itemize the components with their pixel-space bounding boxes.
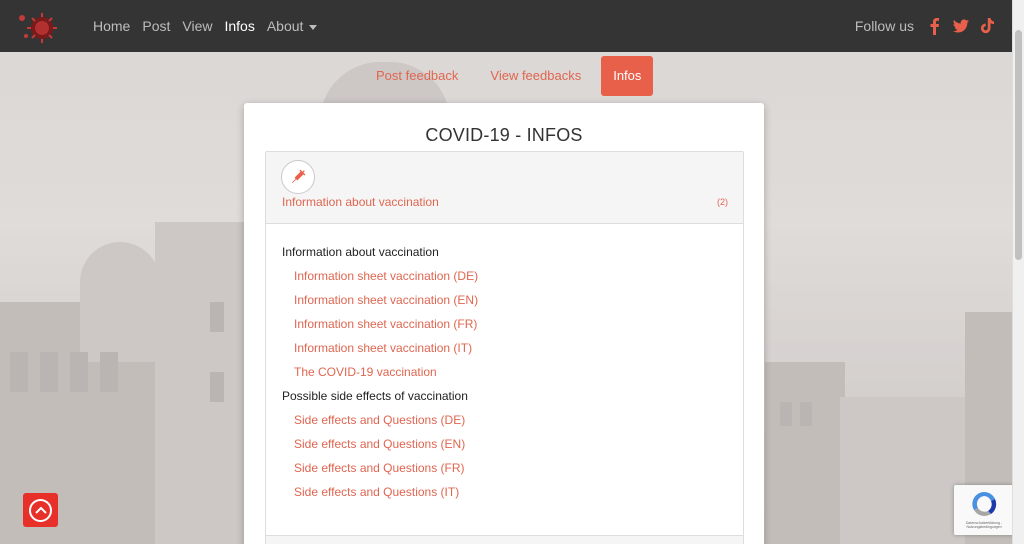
panel-title[interactable]: Information about vaccination	[282, 195, 439, 209]
recaptcha-badge[interactable]: Datenschutzerklärung - Nutzungsbedingung…	[954, 485, 1014, 535]
panel-count-badge: (2)	[717, 197, 728, 207]
link-info-sheet-de[interactable]: Information sheet vaccination (DE)	[282, 268, 722, 292]
info-subnav: Post feedback View feedbacks Infos	[360, 56, 654, 96]
chevron-up-icon	[29, 498, 52, 522]
link-side-effects-fr[interactable]: Side effects and Questions (FR)	[282, 460, 722, 484]
link-info-sheet-en[interactable]: Information sheet vaccination (EN)	[282, 292, 722, 316]
follow-us-label: Follow us	[854, 18, 914, 34]
coronavirus-logo-icon[interactable]	[14, 8, 62, 46]
scrollbar-thumb[interactable]	[1015, 30, 1022, 260]
page-scrollbar[interactable]	[1012, 0, 1024, 544]
syringe-icon	[281, 160, 315, 194]
recaptcha-icon	[969, 489, 999, 524]
back-to-top-button[interactable]	[23, 493, 58, 527]
section-heading-side-effects: Possible side effects of vaccination	[282, 389, 468, 403]
section-heading-vaccination-info: Information about vaccination	[282, 245, 439, 259]
twitter-icon[interactable]	[952, 17, 970, 35]
link-side-effects-it[interactable]: Side effects and Questions (IT)	[282, 484, 722, 508]
link-info-sheet-fr[interactable]: Information sheet vaccination (FR)	[282, 316, 722, 340]
nav-view[interactable]: View	[182, 18, 212, 34]
link-side-effects-en[interactable]: Side effects and Questions (EN)	[282, 436, 722, 460]
infos-card: COVID-19 - INFOS Information about vacci…	[244, 103, 764, 544]
tiktok-icon[interactable]	[978, 17, 996, 35]
social-follow: Follow us	[855, 0, 996, 52]
top-navbar: Home Post View Infos About Follow us	[0, 0, 1024, 52]
nav-post[interactable]: Post	[142, 18, 170, 34]
nav-home[interactable]: Home	[93, 18, 130, 34]
recaptcha-terms-text[interactable]: Datenschutzerklärung - Nutzungsbedingung…	[958, 521, 1010, 529]
tab-infos[interactable]: Infos	[601, 56, 654, 96]
main-nav: Home Post View Infos About	[93, 0, 329, 52]
link-side-effects-de[interactable]: Side effects and Questions (DE)	[282, 412, 722, 436]
link-info-sheet-it[interactable]: Information sheet vaccination (IT)	[282, 340, 722, 364]
nav-about-dropdown[interactable]: About	[267, 18, 318, 34]
vaccination-panel: Information about vaccination (2) Inform…	[265, 151, 744, 544]
tab-view-feedbacks[interactable]: View feedbacks	[474, 56, 597, 96]
facebook-icon[interactable]	[926, 17, 944, 35]
link-covid-vaccination[interactable]: The COVID-19 vaccination	[282, 364, 722, 388]
nav-about-label: About	[266, 18, 304, 34]
nav-infos[interactable]: Infos	[224, 18, 254, 34]
tab-post-feedback[interactable]: Post feedback	[360, 56, 474, 96]
next-panel-header[interactable]	[265, 535, 744, 544]
caret-down-icon	[309, 24, 318, 30]
panel-header[interactable]: Information about vaccination (2)	[266, 152, 743, 224]
page-title: COVID-19 - INFOS	[425, 125, 583, 145]
panel-body: Information about vaccination Informatio…	[282, 244, 722, 508]
